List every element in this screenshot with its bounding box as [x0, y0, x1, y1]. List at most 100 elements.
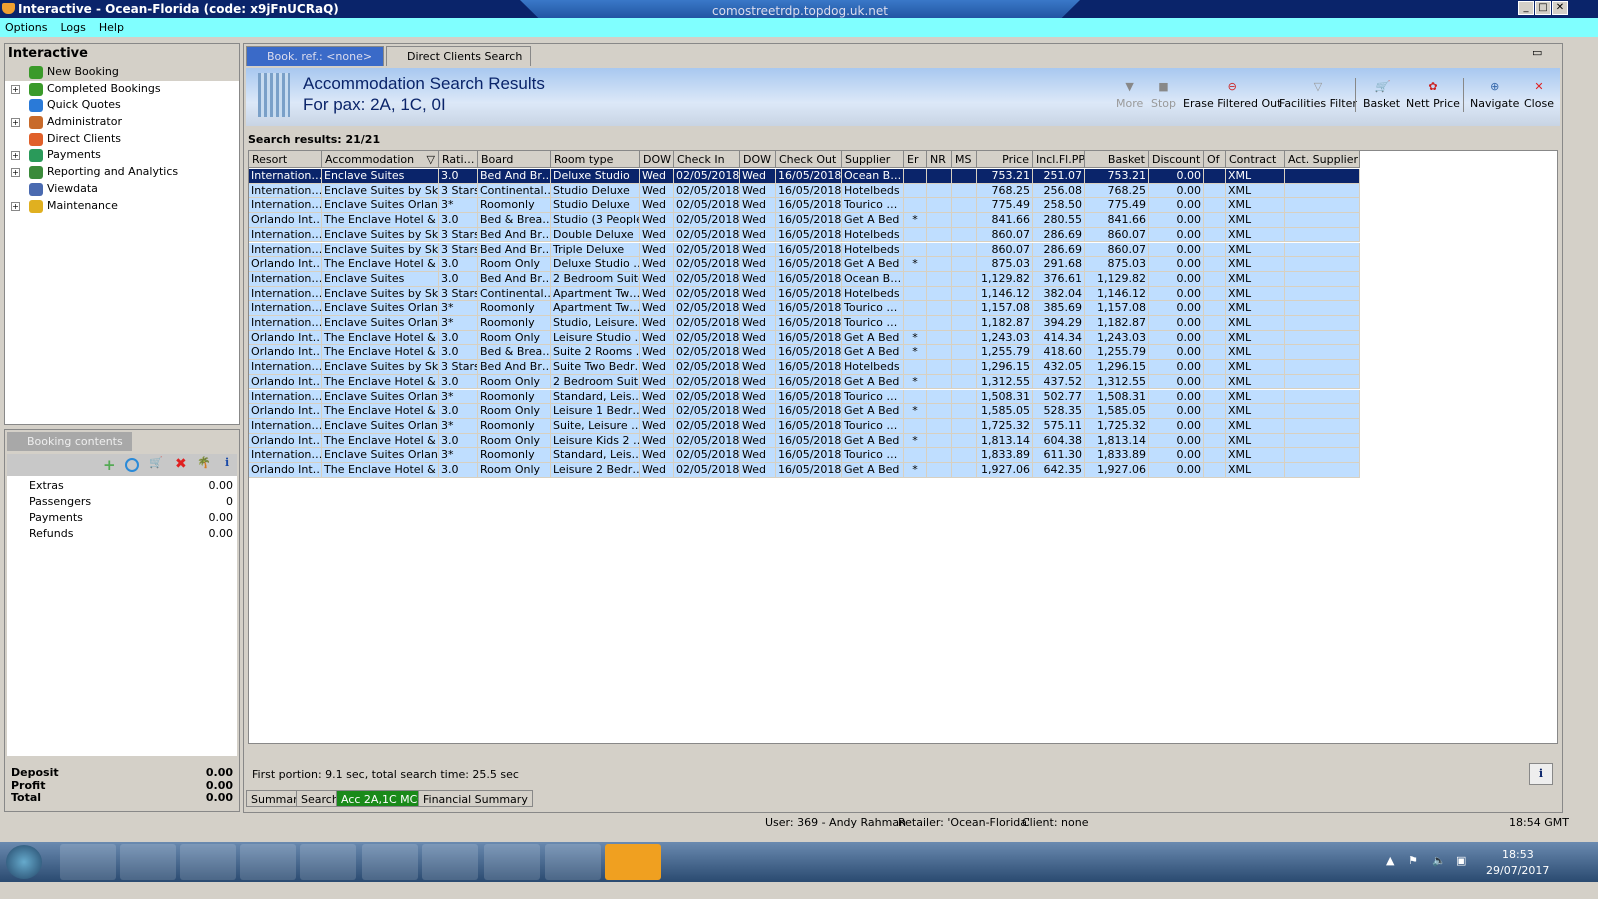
flag-icon[interactable]: ⚑	[1408, 854, 1418, 867]
start-button[interactable]	[6, 845, 42, 879]
row-value: 0.00	[208, 479, 234, 492]
taskbar-app[interactable]	[484, 844, 540, 880]
table-cell: XML	[1226, 345, 1285, 361]
stop-button[interactable]: ■ Stop	[1151, 80, 1176, 110]
filter-icon[interactable]: ▽	[427, 151, 435, 167]
network-icon[interactable]: ▣	[1456, 854, 1466, 867]
close-window-button[interactable]: ✕	[1552, 1, 1568, 15]
column-header[interactable]: NR	[927, 151, 952, 168]
erase-filtered-out-button[interactable]: ⊖ Erase Filtered Out	[1183, 80, 1281, 110]
taskbar-notes[interactable]	[362, 844, 418, 880]
expand-icon[interactable]: +	[11, 201, 20, 211]
column-header[interactable]: Board	[478, 151, 551, 168]
booking-contents-tab[interactable]: Booking contents ✕	[7, 432, 132, 467]
column-header[interactable]: MS	[952, 151, 977, 168]
column-header[interactable]: Supplier	[842, 151, 904, 168]
nav-item-new-booking[interactable]: New Booking	[5, 64, 239, 81]
more-button[interactable]: ▼ More	[1116, 80, 1143, 110]
expand-icon[interactable]: +	[11, 118, 20, 128]
delete-icon[interactable]: ✖	[175, 456, 187, 472]
taskbar-chrome[interactable]	[240, 844, 296, 880]
table-cell: 0.00	[1149, 198, 1204, 214]
menu-options[interactable]: Options	[5, 21, 47, 34]
table-cell: XML	[1226, 418, 1285, 434]
table-cell: Wed	[640, 183, 674, 199]
maximize-button[interactable]: □	[1535, 1, 1551, 15]
tab-direct-clients-search[interactable]: Direct Clients Search	[386, 46, 531, 66]
table-cell: Get A Bed	[842, 404, 904, 419]
column-header[interactable]: Contract	[1226, 151, 1285, 168]
table-cell: Hotelbeds	[842, 242, 904, 258]
nett-price-button[interactable]: ✿ Nett Price	[1406, 80, 1460, 110]
table-cell: Get A Bed	[842, 213, 904, 228]
tab-financial-summary[interactable]: Financial Summary	[418, 790, 533, 807]
nav-item-viewdata[interactable]: Viewdata	[5, 181, 239, 198]
column-header[interactable]: Act. Supplier	[1285, 151, 1360, 168]
nav-item-reporting-and-analytics[interactable]: + Reporting and Analytics	[5, 164, 239, 181]
menu-help[interactable]: Help	[99, 21, 124, 34]
clock-icon[interactable]	[125, 458, 139, 472]
info-button[interactable]: i	[1529, 763, 1553, 785]
table-cell: Wed	[640, 301, 674, 316]
palm-icon[interactable]: 🌴	[197, 456, 211, 469]
column-header[interactable]: Er	[904, 151, 927, 168]
expand-icon[interactable]: +	[11, 151, 20, 161]
facilities-filter-button[interactable]: ▽ Facilities Filter	[1279, 80, 1357, 110]
column-header[interactable]: Incl.Fl.PP	[1033, 151, 1085, 168]
close-button[interactable]: ✕ Close	[1524, 80, 1554, 110]
column-header[interactable]: Discount	[1149, 151, 1204, 168]
total-value: 0.00	[205, 778, 233, 792]
taskbar-interactive[interactable]	[605, 844, 661, 880]
table-cell: 1,146.12	[1085, 286, 1149, 302]
volume-icon[interactable]: 🔈	[1432, 854, 1446, 867]
funnel-icon: ▽	[1313, 80, 1323, 93]
nav-item-administrator[interactable]: + Administrator	[5, 114, 239, 131]
column-header[interactable]: Basket	[1085, 151, 1149, 168]
expand-icon[interactable]: +	[11, 168, 20, 178]
column-header[interactable]: Of	[1204, 151, 1226, 168]
table-cell: Wed	[740, 301, 776, 316]
tab-acc-search[interactable]: Acc 2A,1C MCO	[336, 790, 431, 807]
navigate-button[interactable]: ⊕ Navigate	[1470, 80, 1519, 110]
column-header[interactable]: Room type	[551, 151, 640, 168]
column-header[interactable]: Price	[977, 151, 1033, 168]
nav-item-completed-bookings[interactable]: + Completed Bookings	[5, 81, 239, 98]
expand-icon[interactable]: +	[11, 84, 20, 94]
table-cell: Wed	[740, 345, 776, 361]
column-header[interactable]: Resort	[249, 151, 322, 168]
table-cell	[952, 463, 977, 478]
nav-item-payments[interactable]: + Payments	[5, 147, 239, 164]
add-icon[interactable]: +	[103, 456, 116, 474]
taskbar-explorer[interactable]	[60, 844, 116, 880]
basket-button[interactable]: 🛒 Basket	[1363, 80, 1400, 110]
clock-date[interactable]: 29/07/2017	[1486, 864, 1549, 877]
clock-time[interactable]: 18:53	[1502, 848, 1534, 861]
minimize-button[interactable]: _	[1518, 1, 1534, 15]
taskbar-ie[interactable]	[120, 844, 176, 880]
table-cell: 860.07	[1085, 242, 1149, 258]
nav-item-direct-clients[interactable]: Direct Clients	[5, 131, 239, 148]
column-header[interactable]: Check Out	[776, 151, 842, 168]
table-cell: 02/05/2018	[674, 271, 740, 287]
column-header[interactable]: DOW	[640, 151, 674, 168]
taskbar-media[interactable]	[180, 844, 236, 880]
menu-logs[interactable]: Logs	[60, 21, 85, 34]
info-icon[interactable]: i	[225, 456, 229, 469]
taskbar-firefox[interactable]	[300, 844, 356, 880]
table-cell: 604.38	[1033, 433, 1085, 449]
tab-booking[interactable]: Book. ref.: <none> ✕	[246, 46, 384, 83]
basket-transfer-icon[interactable]: 🛒	[149, 456, 163, 469]
column-header[interactable]: DOW	[740, 151, 776, 168]
nav-item-maintenance[interactable]: + Maintenance	[5, 198, 239, 215]
table-cell: 258.50	[1033, 198, 1085, 214]
column-header[interactable]: Accommodation ▽	[322, 151, 439, 168]
column-header[interactable]: Rati…	[439, 151, 478, 168]
taskbar-outlook[interactable]	[545, 844, 601, 880]
nav-item-quick-quotes[interactable]: Quick Quotes	[5, 97, 239, 114]
taskbar-rdp[interactable]	[422, 844, 478, 880]
column-header[interactable]: Check In	[674, 151, 740, 168]
tray-expand-icon[interactable]: ▲	[1386, 854, 1394, 867]
panel-minimize-button[interactable]: ▭	[1532, 46, 1542, 59]
table-cell: Get A Bed	[842, 345, 904, 361]
table-cell: 1,157.08	[1085, 301, 1149, 316]
